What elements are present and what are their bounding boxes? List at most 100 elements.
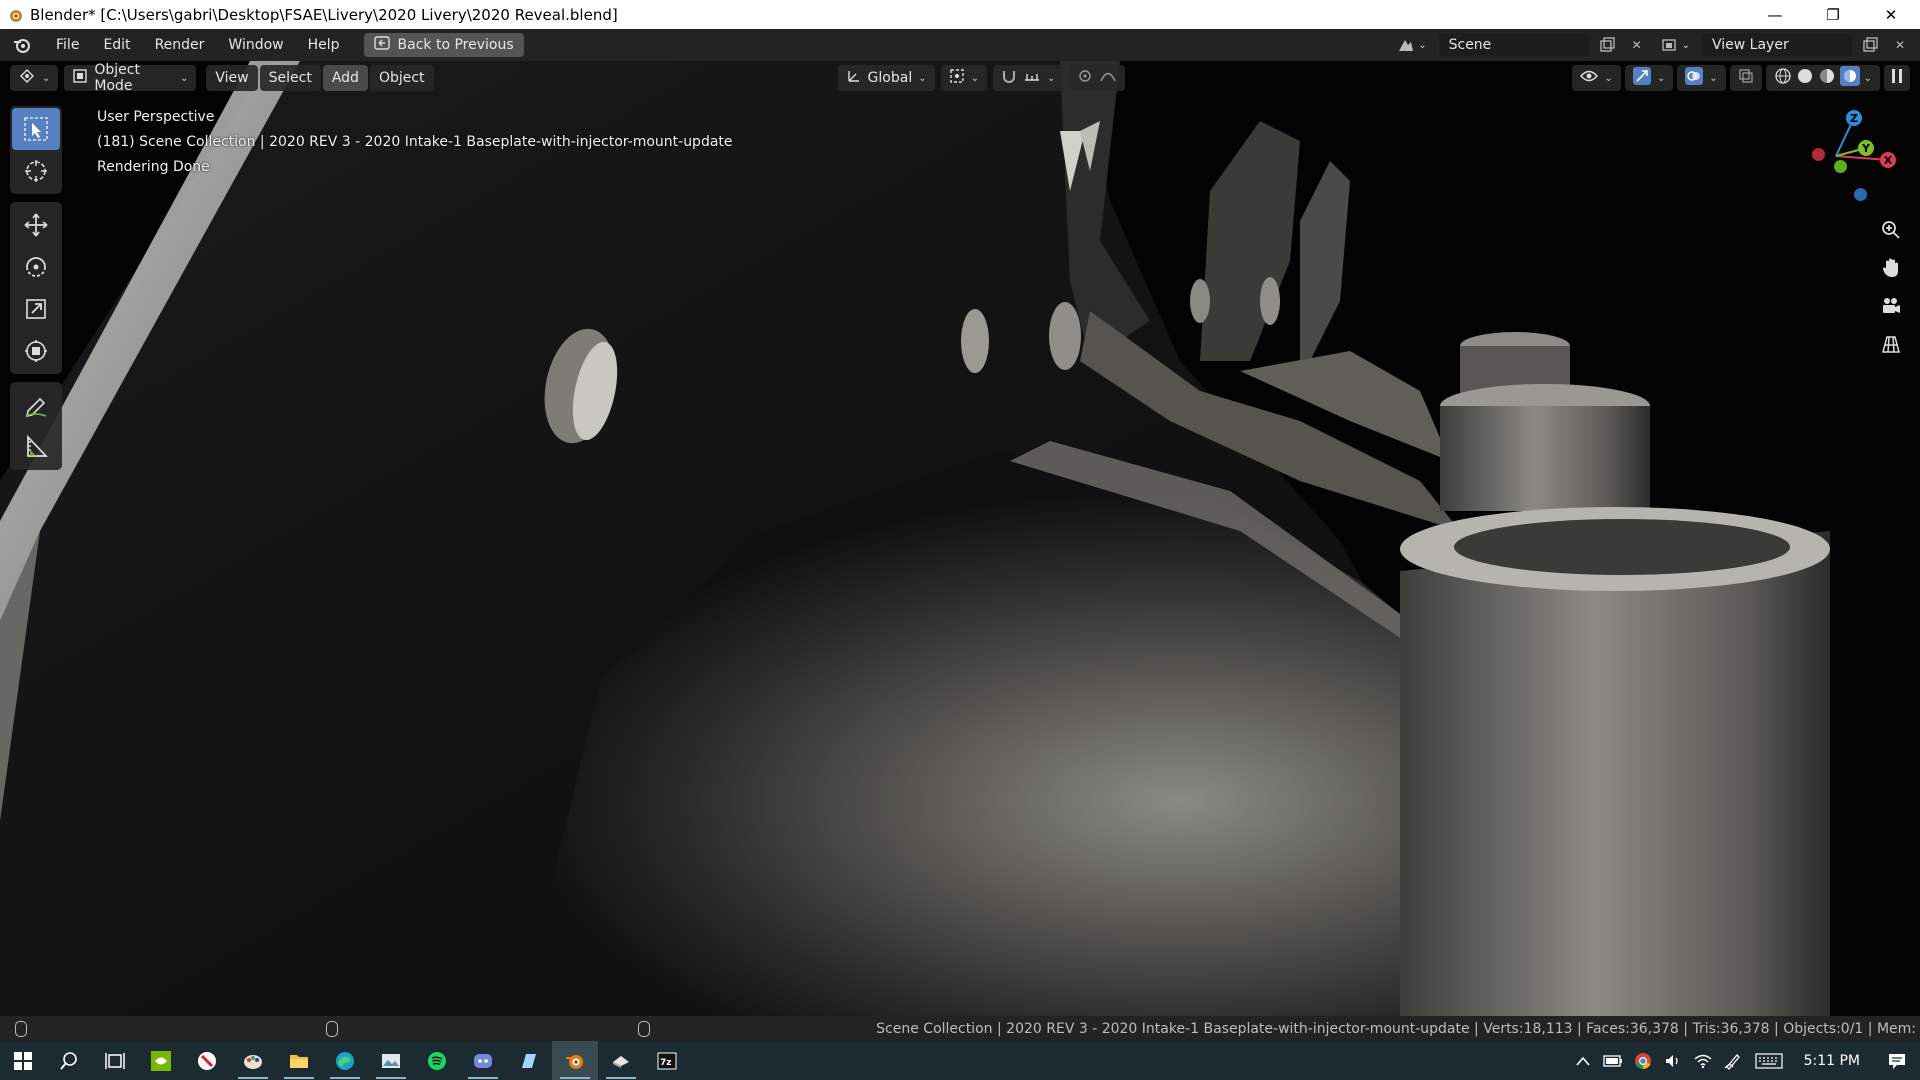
discord-icon (474, 1053, 492, 1068)
tray-chrome[interactable] (1628, 1041, 1658, 1080)
mouse-right-icon (638, 1021, 650, 1037)
menu-help[interactable]: Help (296, 29, 352, 61)
gizmo-toggle[interactable]: ⌄ (1624, 65, 1674, 91)
rotate-tool[interactable] (12, 246, 60, 288)
xray-toggle[interactable] (1729, 65, 1762, 91)
new-view-layer-icon[interactable] (1858, 33, 1882, 57)
menu-edit[interactable]: Edit (91, 29, 142, 61)
measure-tool[interactable] (12, 426, 60, 468)
overlays-icon (1685, 67, 1704, 89)
minimize-button[interactable]: — (1746, 0, 1804, 29)
editor-type-button[interactable]: ⌄ (10, 65, 59, 91)
3d-viewport[interactable] (0, 61, 1920, 1016)
windows-start-button[interactable] (0, 1041, 46, 1080)
pan-button[interactable] (1874, 250, 1908, 286)
gizmo-neg-x-axis[interactable] (1812, 148, 1825, 161)
object-mode-dropdown[interactable]: Object Mode ⌄ (64, 62, 197, 94)
gizmo-x-axis[interactable]: X (1880, 152, 1896, 168)
object-mode-label: Object Mode (94, 62, 140, 94)
paint-icon (244, 1054, 262, 1069)
wireframe-shading-icon[interactable] (1774, 67, 1792, 89)
perspective-toggle-button[interactable] (1874, 326, 1908, 362)
taskbar-discord[interactable] (460, 1041, 506, 1080)
rendered-shading-icon[interactable] (1839, 66, 1860, 90)
visibility-dropdown[interactable]: ⌄ (1572, 65, 1621, 91)
viewport-info-overlay: User Perspective (181) Scene Collection … (97, 105, 733, 180)
gizmo-neg-y-axis[interactable] (1834, 160, 1847, 173)
menu-object[interactable]: Object (369, 65, 434, 91)
app-red-icon (198, 1051, 216, 1070)
taskbar-7zip[interactable]: 7z (644, 1041, 690, 1080)
taskbar-app-blue[interactable] (506, 1041, 552, 1080)
blender-icon (566, 1054, 583, 1069)
taskbar-clock[interactable]: 5:11 PM (1790, 1053, 1874, 1069)
tray-battery[interactable] (1598, 1041, 1628, 1080)
overlays-toggle[interactable]: ⌄ (1677, 65, 1726, 91)
new-scene-icon[interactable] (1595, 33, 1619, 57)
taskbar-spotify[interactable] (414, 1041, 460, 1080)
tray-volume[interactable] (1658, 1041, 1688, 1080)
pivot-point-dropdown[interactable]: ⌄ (940, 65, 987, 91)
taskbar-nvidia[interactable] (138, 1041, 184, 1080)
annotate-tool[interactable] (12, 384, 60, 426)
cursor-tool[interactable] (12, 150, 60, 192)
search-button[interactable] (46, 1041, 92, 1080)
pause-render-button[interactable] (1884, 65, 1910, 91)
gizmo-neg-z-axis[interactable] (1854, 188, 1867, 201)
menu-render[interactable]: Render (143, 29, 217, 61)
blender-menu-icon[interactable] (0, 29, 44, 61)
delete-scene-icon[interactable]: ✕ (1625, 33, 1649, 57)
camera-view-button[interactable] (1874, 288, 1908, 324)
select-cursor-icon (24, 117, 48, 141)
navigation-gizmo[interactable]: Z X Y (1796, 104, 1906, 214)
select-box-tool[interactable] (12, 108, 60, 150)
shading-mode-group: ⌄ (1765, 65, 1880, 91)
back-to-previous-button[interactable]: Back to Previous (363, 33, 524, 57)
scale-tool[interactable] (12, 288, 60, 330)
taskbar-blender[interactable] (552, 1041, 598, 1080)
selection-tools (10, 106, 62, 194)
active-object-label: (181) Scene Collection | 2020 REV 3 - 20… (97, 134, 733, 150)
gizmo-y-axis[interactable]: Y (1858, 140, 1874, 156)
scene-selector-icon[interactable]: ⌄ (1391, 33, 1432, 57)
zoom-button[interactable] (1874, 212, 1908, 248)
taskbar-file-explorer[interactable] (276, 1041, 322, 1080)
taskbar-edge[interactable] (322, 1041, 368, 1080)
tray-pen[interactable] (1718, 1041, 1748, 1080)
delete-view-layer-icon[interactable]: ✕ (1888, 33, 1912, 57)
material-preview-icon[interactable] (1818, 67, 1836, 89)
taskbar-app-paint[interactable] (230, 1041, 276, 1080)
menu-select[interactable]: Select (259, 65, 321, 91)
editor-type-icon (18, 67, 36, 89)
solid-shading-icon[interactable] (1796, 67, 1814, 89)
view-layer-selector-icon[interactable]: ⌄ (1655, 33, 1696, 57)
back-icon (373, 36, 390, 54)
menu-window[interactable]: Window (216, 29, 295, 61)
snapping-dropdown[interactable]: ⌄ (993, 65, 1064, 91)
restore-button[interactable]: ❐ (1804, 0, 1862, 29)
taskbar-app-cloud[interactable] (598, 1041, 644, 1080)
move-tool[interactable] (12, 204, 60, 246)
transform-tool[interactable] (12, 330, 60, 372)
gizmo-icon (1632, 67, 1651, 89)
task-view-button[interactable] (92, 1041, 138, 1080)
back-to-previous-label: Back to Previous (397, 37, 514, 53)
menu-add[interactable]: Add (322, 65, 368, 91)
scene-name-field[interactable]: Scene (1438, 33, 1589, 57)
transform-orientation-label: Global (867, 70, 913, 86)
close-button[interactable]: ✕ (1862, 0, 1920, 29)
action-center-button[interactable] (1874, 1041, 1920, 1080)
view-layer-field[interactable]: View Layer (1702, 33, 1852, 57)
menu-view[interactable]: View (206, 65, 258, 91)
tray-overflow-button[interactable] (1568, 1041, 1598, 1080)
taskbar-app-red[interactable] (184, 1041, 230, 1080)
menu-file[interactable]: File (44, 29, 91, 61)
tray-keyboard[interactable] (1748, 1041, 1790, 1080)
transform-orientation-dropdown[interactable]: Global ⌄ (837, 65, 935, 91)
gizmo-z-axis[interactable]: Z (1846, 110, 1862, 126)
proportional-editing-dropdown[interactable] (1069, 65, 1126, 91)
tray-wifi[interactable] (1688, 1041, 1718, 1080)
camera-icon (1883, 298, 1900, 313)
volume-icon (1665, 1054, 1678, 1067)
taskbar-photos[interactable] (368, 1041, 414, 1080)
